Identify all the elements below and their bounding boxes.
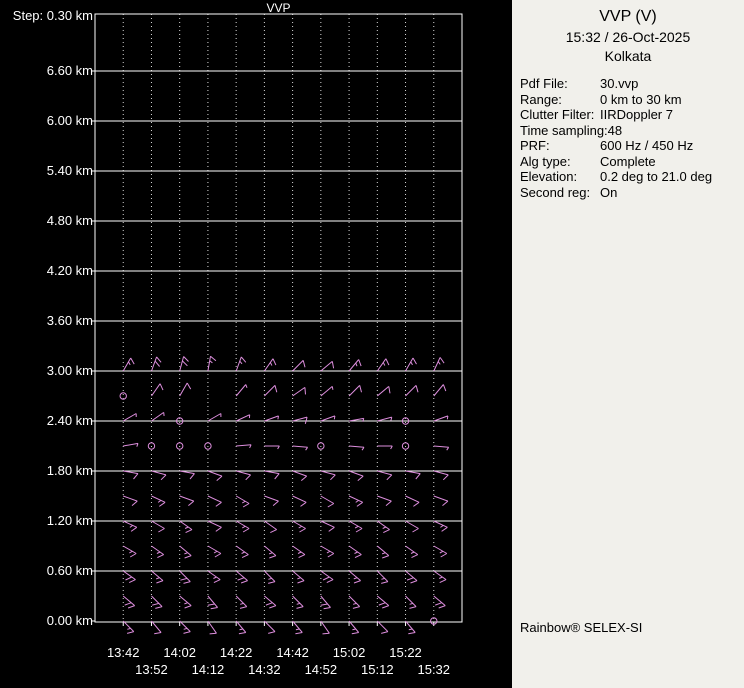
parameter-row: PRF: 600 Hz / 450 Hz [520, 138, 744, 154]
y-axis-label: 3.60 km [46, 313, 93, 328]
branding-text: Rainbow® SELEX-SI [520, 620, 643, 635]
parameter-value: 0 km to 30 km [600, 91, 682, 107]
parameter-row: Alg type: Complete [520, 154, 744, 170]
site-name: Kolkata [604, 48, 652, 64]
parameter-row: Time sampling: 48 [520, 123, 744, 139]
info-panel: VVP (V) 15:32 / 26-Oct-2025 Kolkata Pdf … [512, 0, 744, 688]
parameter-row: Pdf File: 30.vvp [520, 76, 744, 92]
wind-barb-chart [91, 13, 463, 635]
x-axis-label: 15:12 [361, 662, 394, 677]
y-axis-label: 1.20 km [46, 513, 93, 528]
parameter-label: PRF: [520, 138, 550, 153]
product-title: VVP (V) [599, 8, 657, 25]
parameter-label: Clutter Filter: [520, 107, 595, 122]
x-axis-label: 13:42 [106, 645, 140, 660]
parameter-value: 600 Hz / 450 Hz [600, 138, 694, 153]
parameter-row: Second reg: On [520, 185, 744, 201]
x-axis-label: 14:42 [276, 645, 309, 660]
timestamp: 15:32 / 26-Oct-2025 [565, 29, 691, 45]
x-axis-label: 15:32 [417, 662, 451, 677]
product-parameters: Pdf File: 30.vvp Range: 0 km to 30 km Clutte… [520, 76, 744, 200]
parameter-label: Elevation: [520, 169, 578, 184]
parameter-value: On [600, 184, 618, 200]
wind-profile-plot: VVP Step: 0.30 km 6.60 km 6.00 km 5.40 km 4… [0, 0, 512, 688]
parameter-row: Elevation: 0.2 deg to 21.0 deg [520, 169, 744, 185]
x-axis-label: 14:02 [163, 645, 196, 660]
y-axis-label: 4.80 km [46, 213, 93, 228]
y-axis-label: 0.60 km [46, 563, 93, 578]
y-axis-label: 6.00 km [46, 113, 93, 128]
y-axis-label: 4.20 km [46, 263, 93, 278]
parameter-row: Range: 0 km to 30 km [520, 92, 744, 108]
x-axis-label: 13:52 [135, 662, 168, 677]
parameter-label: Time sampling: [520, 122, 608, 138]
parameter-value: 30.vvp [600, 76, 639, 91]
x-axis-label: 14:52 [304, 662, 338, 677]
x-axis-label: 15:02 [332, 645, 366, 660]
y-axis-label: 2.40 km [46, 413, 93, 428]
parameter-value: Complete [600, 153, 656, 169]
parameter-row: Clutter Filter: IIRDoppler 7 [520, 107, 744, 123]
y-axis-label: 6.60 km [46, 63, 93, 78]
parameter-value: 48 [607, 122, 623, 138]
parameter-label: Second reg: [520, 184, 591, 200]
x-axis-label: 14:22 [219, 645, 253, 660]
y-axis-label: 1.80 km [46, 463, 93, 478]
x-axis-label: 14:12 [191, 662, 225, 677]
y-axis-label: 5.40 km [46, 163, 93, 178]
parameter-label: Alg type: [520, 153, 571, 169]
parameter-value: IIRDoppler 7 [600, 107, 673, 122]
parameter-label: Range: [520, 91, 562, 107]
y-axis-label: 3.00 km [46, 363, 93, 378]
parameter-label: Pdf File: [520, 76, 568, 91]
parameter-value: 0.2 deg to 21.0 deg [600, 169, 713, 184]
y-axis-label: 0.00 km [46, 613, 93, 628]
x-axis-label: 15:22 [389, 645, 422, 660]
x-axis-label: 14:32 [248, 662, 281, 677]
vvp-window: VVP Step: 0.30 km 6.60 km 6.00 km 5.40 km 4… [0, 0, 744, 688]
